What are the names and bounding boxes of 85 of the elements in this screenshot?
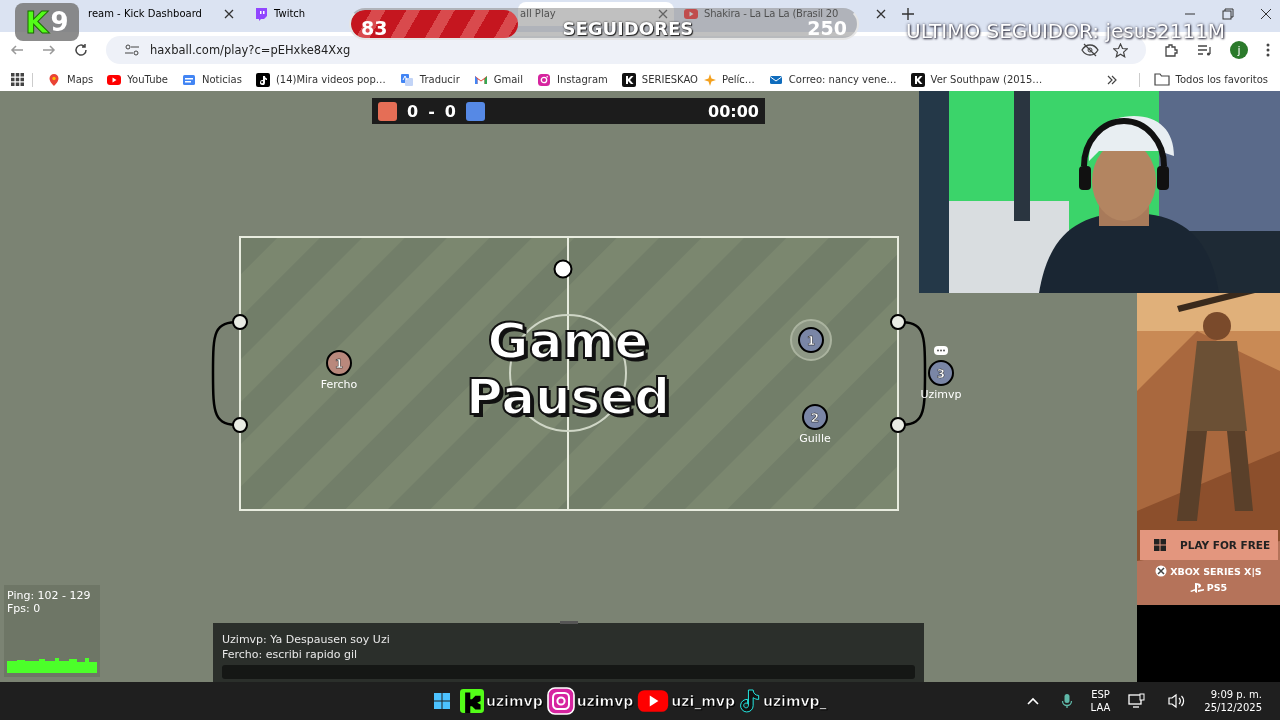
kick-icon: [460, 689, 484, 713]
goal-post: [232, 314, 248, 330]
bookmark[interactable]: Noticias: [182, 72, 242, 87]
follower-count: 83: [361, 20, 388, 37]
social-handle: uzimvp: [486, 693, 543, 709]
team-marker-icon: [465, 101, 485, 121]
bookmark[interactable]: (14)Mira videos pop…: [255, 72, 386, 87]
k-logo-icon: [621, 72, 636, 87]
k-logo-icon: [910, 72, 925, 87]
score: 0: [444, 101, 456, 121]
bookmark[interactable]: SERIESKAO Pelíc…: [621, 72, 755, 87]
site-settings-icon[interactable]: [124, 43, 140, 57]
ball: [553, 259, 573, 279]
reload-icon[interactable]: [74, 43, 88, 57]
match-timer: 00:00: [708, 101, 759, 121]
folder-icon: [1153, 73, 1170, 86]
social-handle: uzimvp_: [762, 693, 827, 709]
chat-message: Fercho: escribi rapido gil: [222, 648, 358, 661]
browser-tab[interactable]: ream - Kick Dashboard: [82, 2, 240, 26]
more-icon[interactable]: [1266, 43, 1270, 57]
follower-goal: 250: [807, 20, 847, 37]
map-pin-icon: [47, 72, 61, 87]
play-for-free-button[interactable]: PLAY FOR FREE: [1140, 530, 1278, 560]
bookmark[interactable]: Instagram: [536, 72, 608, 87]
fps-label: Fps: 0: [7, 602, 42, 615]
extension-icon[interactable]: [1164, 42, 1179, 58]
bookmark[interactable]: Maps: [47, 72, 94, 87]
close-icon[interactable]: [876, 9, 886, 19]
bookmark[interactable]: Traducir: [399, 72, 460, 87]
chevron-up-icon[interactable]: [1026, 697, 1039, 705]
bookmark[interactable]: Ver Southpaw (2015…: [910, 72, 1043, 87]
profile-avatar[interactable]: j: [1230, 41, 1248, 59]
playstation-icon: [1189, 582, 1204, 593]
star-icon[interactable]: [1113, 42, 1128, 58]
forward-icon[interactable]: [42, 43, 56, 57]
volume-icon[interactable]: [1168, 693, 1187, 709]
platform-label: PS5: [1206, 582, 1228, 593]
clock[interactable]: 9:09 p. m. 25/12/2025: [1204, 688, 1262, 714]
platform-label: XBOX SERIES X|S: [1170, 565, 1262, 577]
twitch-icon: [254, 7, 268, 21]
bookmark[interactable]: YouTube: [107, 72, 168, 87]
new-tab-icon[interactable]: [902, 8, 914, 20]
score: 0: [407, 101, 419, 121]
close-icon[interactable]: [1260, 8, 1272, 20]
social-handle: uzimvp: [576, 693, 634, 709]
play-icon: [107, 72, 122, 87]
windows-icon: [1154, 539, 1166, 551]
ping-label: Ping: 102 - 129: [7, 589, 92, 602]
apps-icon[interactable]: [11, 73, 24, 86]
keyboard-language[interactable]: ESP LAA: [1090, 688, 1111, 714]
bookmark[interactable]: Todos los favoritos: [1153, 73, 1268, 86]
news-icon: [182, 72, 196, 87]
restore-icon[interactable]: [1222, 8, 1234, 20]
bookmark[interactable]: Gmail: [473, 72, 523, 87]
music-note-icon: [255, 72, 270, 87]
player-disc: 3: [928, 360, 954, 386]
goal-post: [890, 417, 906, 433]
social-handle: uzi_mvp: [671, 693, 735, 709]
camera-icon: [536, 72, 551, 87]
chevron-double-icon[interactable]: [1106, 74, 1117, 85]
goal-post: [890, 314, 906, 330]
music-note-icon: [738, 688, 761, 714]
eye-slash-icon[interactable]: [1081, 43, 1099, 57]
media-icon[interactable]: [1197, 42, 1212, 58]
camera-icon: [546, 687, 575, 715]
player-name: Guille: [799, 432, 831, 445]
xbox-icon: [1155, 565, 1168, 577]
microphone-icon[interactable]: [1060, 693, 1073, 709]
goal-post: [232, 417, 248, 433]
translate-icon: [399, 72, 414, 87]
chat-message: Uzimvp: Ya Despausen soy Uzi: [222, 633, 391, 646]
play-icon: [637, 688, 670, 714]
team-marker-icon: [378, 101, 397, 121]
channel-logo: K9: [15, 3, 79, 41]
network-icon[interactable]: [1128, 693, 1147, 709]
bookmark[interactable]: Correo: nancy vene…: [768, 72, 897, 87]
chat-input[interactable]: [222, 665, 915, 679]
player-name: Fercho: [320, 378, 358, 391]
back-icon[interactable]: [10, 43, 24, 57]
play-icon: [684, 7, 698, 21]
score-separator: -: [428, 101, 435, 121]
close-icon[interactable]: [224, 9, 234, 19]
browser-tab[interactable]: Twitch: [244, 2, 344, 26]
windows-start-icon[interactable]: [434, 693, 450, 709]
sparkle-icon: [703, 73, 716, 86]
